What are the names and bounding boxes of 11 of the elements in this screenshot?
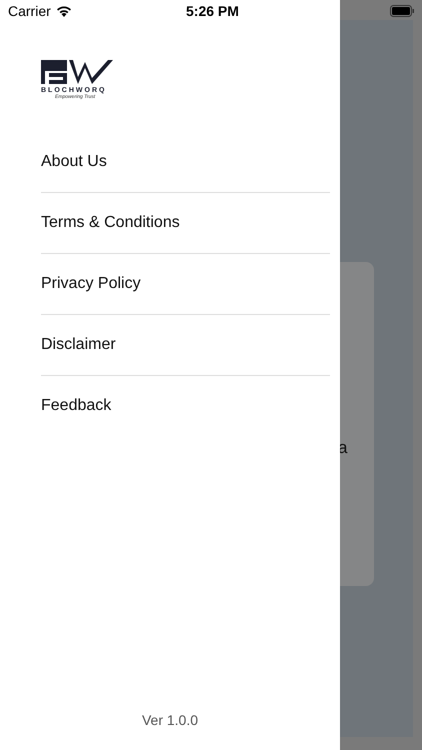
carrier-label: Carrier bbox=[8, 3, 51, 19]
wifi-icon bbox=[56, 5, 72, 17]
menu-item[interactable]: Feedback bbox=[41, 376, 330, 436]
battery-icon bbox=[390, 5, 414, 17]
menu-item[interactable]: Privacy Policy bbox=[41, 254, 330, 315]
version-label: Ver 1.0.0 bbox=[140, 712, 200, 728]
menu-item[interactable]: Terms & Conditions bbox=[41, 193, 330, 254]
status-time: 5:26 PM bbox=[186, 3, 239, 19]
menu-item[interactable]: Disclaimer bbox=[41, 315, 330, 376]
logo-icon bbox=[41, 60, 113, 84]
menu-item[interactable]: About Us bbox=[41, 132, 330, 193]
